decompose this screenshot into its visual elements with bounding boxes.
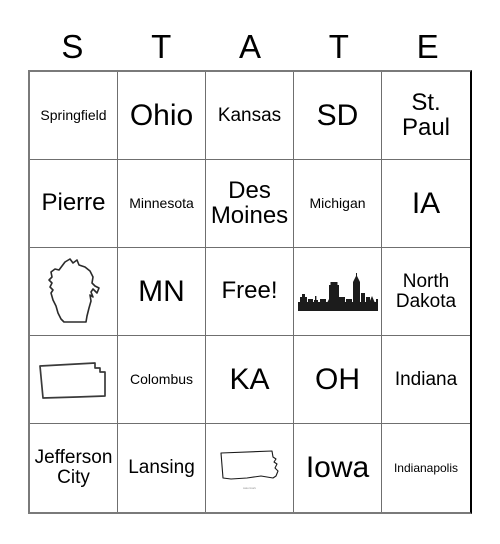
bingo-cell[interactable]: IA <box>382 160 470 248</box>
south-dakota-outline-icon: watermark <box>208 426 291 510</box>
kansas-outline-icon <box>32 338 115 421</box>
bingo-cell[interactable]: MN <box>118 248 206 336</box>
bingo-cell[interactable] <box>30 248 118 336</box>
bingo-cell[interactable]: Kansas <box>206 72 294 160</box>
wisconsin-outline-icon <box>32 250 115 333</box>
header-letter-3: A <box>238 27 261 65</box>
bingo-cell[interactable]: watermark <box>206 424 294 512</box>
bingo-cell-label: Colombus <box>129 371 194 388</box>
bingo-cell-label: Iowa <box>305 451 370 485</box>
bingo-cell[interactable] <box>30 336 118 424</box>
bingo-cell-label: North Dakota <box>395 270 457 312</box>
bingo-cell[interactable]: Lansing <box>118 424 206 512</box>
bingo-cell-label: OH <box>315 362 360 396</box>
bingo-cell-label: Lansing <box>128 457 195 479</box>
bingo-cell[interactable]: Jefferson City <box>30 424 118 512</box>
bingo-cell-label: Michigan <box>309 195 366 212</box>
bingo-cell-label: Springfield <box>40 107 107 124</box>
bingo-header: S T A T E <box>28 22 472 70</box>
header-letter-5: E <box>416 27 439 65</box>
bingo-cell[interactable]: North Dakota <box>382 248 470 336</box>
bingo-cell-label: KA <box>229 362 270 396</box>
bingo-cell[interactable]: SD <box>294 72 382 160</box>
header-letter-4: T <box>328 27 349 65</box>
bingo-cell[interactable] <box>294 248 382 336</box>
bingo-cell[interactable]: Colombus <box>118 336 206 424</box>
bingo-cell[interactable]: St. Paul <box>382 72 470 160</box>
bingo-cell-label: Des Moines <box>210 176 289 229</box>
bingo-card: S T A T E Springfield Ohio Kansas SD St. Pau… <box>28 22 472 516</box>
bingo-grid: Springfield Ohio Kansas SD St. Paul Pierre Min… <box>28 70 472 514</box>
bingo-cell[interactable]: Indianapolis <box>382 424 470 512</box>
image-watermark: watermark <box>242 486 256 490</box>
bingo-cell[interactable]: KA <box>206 336 294 424</box>
bingo-cell-label: St. Paul <box>401 88 451 141</box>
bingo-cell[interactable]: Iowa <box>294 424 382 512</box>
bingo-cell-label: IA <box>411 186 441 220</box>
bingo-cell-label: MN <box>138 274 185 308</box>
bingo-cell-label: Ohio <box>129 98 194 132</box>
bingo-cell-free[interactable]: Free! <box>206 248 294 336</box>
bingo-cell-label: Pierre <box>41 189 106 217</box>
bingo-cell[interactable]: Ohio <box>118 72 206 160</box>
bingo-cell[interactable]: Michigan <box>294 160 382 248</box>
bingo-cell-label: Free! <box>221 277 278 305</box>
bingo-cell[interactable]: Springfield <box>30 72 118 160</box>
header-letter-1: S <box>61 27 84 65</box>
bingo-cell[interactable]: OH <box>294 336 382 424</box>
bingo-cell[interactable]: Des Moines <box>206 160 294 248</box>
bingo-cell[interactable]: Minnesota <box>118 160 206 248</box>
header-letter-2: T <box>151 27 172 65</box>
bingo-cell[interactable]: Pierre <box>30 160 118 248</box>
bingo-cell[interactable]: Indiana <box>382 336 470 424</box>
bingo-cell-label: Indianapolis <box>393 460 459 475</box>
bingo-cell-label: Indiana <box>394 368 458 390</box>
city-skyline-icon <box>296 250 379 333</box>
bingo-cell-label: Kansas <box>217 104 282 126</box>
bingo-cell-label: Minnesota <box>129 195 194 212</box>
bingo-cell-label: Jefferson City <box>34 447 113 488</box>
bingo-cell-label: SD <box>316 98 359 132</box>
